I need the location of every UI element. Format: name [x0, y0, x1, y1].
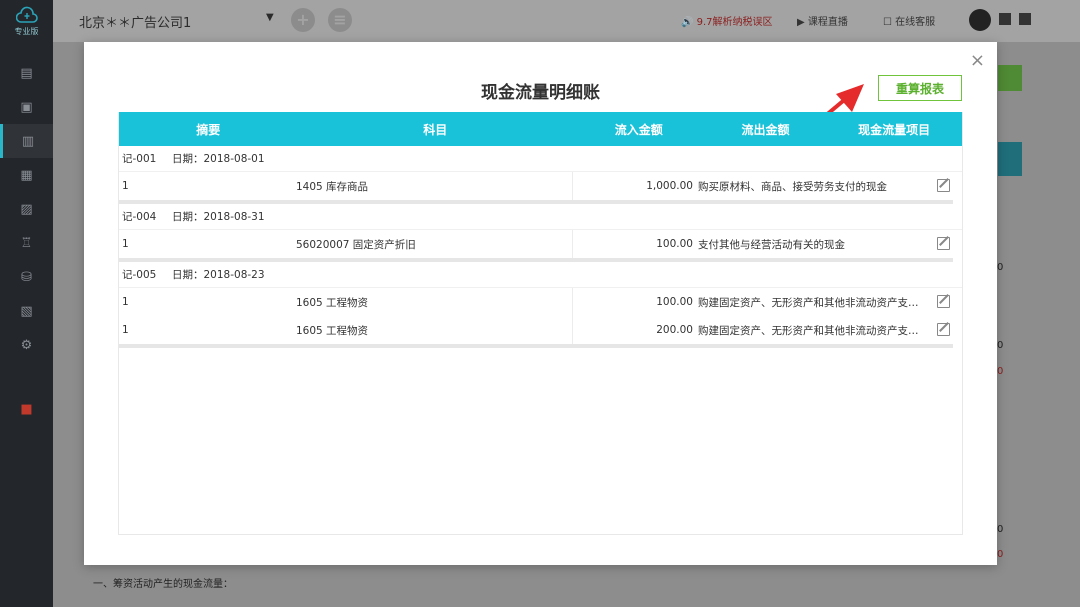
search-box-icon: ▧	[20, 303, 33, 319]
sidebar-item-tax[interactable]: ▨	[0, 192, 53, 226]
row-amount: 1,000.00	[646, 180, 693, 192]
sidebar-item-invoices[interactable]: ▦	[0, 158, 53, 192]
background-value: 0	[997, 340, 1004, 351]
row-summary: 1	[122, 238, 129, 250]
voucher-group-header: 记-001 日期：2018-08-01	[119, 146, 962, 172]
top-bar: 北京＊＊广告公司1 ▼ + ≡ 🔊 9.7解析纳税误区 ▶ 课程直播 ☐ 在线客…	[53, 0, 1080, 42]
row-subject: 56020007 固定资产折旧	[296, 230, 573, 258]
voucher-date: 日期：2018-08-01	[172, 153, 265, 165]
sidebar-item-payroll[interactable]: ♖	[0, 226, 53, 260]
voucher-group-header: 记-005 日期：2018-08-23	[119, 262, 962, 288]
cloud-logo-icon	[15, 6, 38, 23]
sidebar-item-settings[interactable]: ⚙	[0, 328, 53, 362]
column-header-cashflow-item: 现金流量项目	[858, 122, 931, 137]
table-row: 1 1605 工程物资 100.00 购建固定资产、无形资产和其他非流动资产支付…	[119, 288, 962, 316]
company-name[interactable]: 北京＊＊广告公司1	[79, 12, 191, 31]
sidebar-item-ledger[interactable]: ▣	[0, 90, 53, 124]
table-header: 摘要 科目 流入金额 流出金额 现金流量项目	[119, 112, 962, 146]
row-summary: 1	[122, 296, 129, 308]
gear-icon: ⚙	[20, 337, 33, 353]
avatar[interactable]	[969, 9, 991, 31]
background-value: 0	[997, 262, 1004, 273]
tax-notice-link[interactable]: 🔊 9.7解析纳税误区	[681, 13, 773, 28]
bar-chart-icon: ▥	[21, 133, 35, 149]
table-row: 1 56020007 固定资产折旧 100.00 支付其他与经营活动有关的现金	[119, 230, 962, 258]
calculator-icon: ▨	[20, 201, 33, 217]
sidebar-item-reports[interactable]: ▥	[0, 124, 53, 158]
edit-icon[interactable]	[937, 179, 950, 192]
row-subject: 1405 库存商品	[296, 172, 573, 200]
edit-icon[interactable]	[937, 295, 950, 308]
row-summary: 1	[122, 324, 129, 336]
live-course-link[interactable]: ▶ 课程直播	[797, 13, 848, 28]
row-cashflow-item: 购建固定资产、无形资产和其他非流动资产支付...	[698, 296, 928, 309]
edit-icon[interactable]	[937, 323, 950, 336]
sidebar-item-assets[interactable]: ⛁	[0, 260, 53, 294]
voucher-date: 日期：2018-08-23	[172, 269, 265, 281]
background-value: 0	[997, 366, 1004, 377]
close-icon[interactable]: ×	[970, 50, 985, 71]
voucher-date: 日期：2018-08-31	[172, 211, 265, 223]
archive-icon: ⛁	[21, 269, 32, 285]
table-row: 1 1605 工程物资 200.00 购建固定资产、无形资产和其他非流动资产支付…	[119, 316, 962, 344]
building-icon: ▦	[20, 167, 33, 183]
sidebar-item-promo[interactable]: ■	[0, 392, 53, 426]
window-icon[interactable]	[1019, 13, 1031, 25]
row-amount: 100.00	[656, 238, 693, 250]
add-company-icon[interactable]: +	[291, 8, 315, 32]
row-cashflow-item: 支付其他与经营活动有关的现金	[698, 238, 845, 251]
background-value: 0	[997, 524, 1004, 535]
row-summary: 1	[122, 180, 129, 192]
app-logo[interactable]: 专业版	[0, 0, 53, 42]
cash-flow-detail-dialog: × 现金流量明细账 重算报表 摘要 科目 流入金额 流出金额 现金流量项目 记-…	[84, 42, 997, 565]
cash-flow-table: 摘要 科目 流入金额 流出金额 现金流量项目 记-001 日期：2018-08-…	[118, 112, 963, 535]
column-header-inflow: 流入金额	[614, 122, 663, 137]
sidebar-item-inventory[interactable]: ▧	[0, 294, 53, 328]
table-row: 1 1405 库存商品 1,000.00 购买原材料、商品、接受劳务支付的现金	[119, 172, 962, 200]
voucher-number[interactable]: 记-001	[122, 151, 172, 166]
background-table-header	[998, 142, 1022, 176]
row-amount: 200.00	[656, 324, 693, 336]
sidebar: 专业版 ▤ ▣ ▥ ▦ ▨ ♖ ⛁ ▧ ⚙ ■	[0, 0, 53, 607]
logo-edition-label: 专业版	[14, 26, 39, 36]
column-header-outflow: 流出金额	[741, 122, 790, 137]
voucher-number[interactable]: 记-005	[122, 267, 172, 282]
edit-icon[interactable]	[937, 237, 950, 250]
row-subject: 1605 工程物资	[296, 288, 573, 316]
row-cashflow-item: 购买原材料、商品、接受劳务支付的现金	[698, 180, 887, 193]
column-header-subject: 科目	[423, 122, 448, 137]
user-menu-icon[interactable]	[999, 13, 1011, 25]
voucher-group-header: 记-004 日期：2018-08-31	[119, 204, 962, 230]
row-cashflow-item: 购建固定资产、无形资产和其他非流动资产支付...	[698, 324, 928, 337]
group-divider	[119, 344, 953, 348]
chevron-down-icon[interactable]: ▼	[266, 12, 274, 23]
voucher-number[interactable]: 记-004	[122, 209, 172, 224]
list-icon: ▤	[20, 65, 33, 81]
online-service-link[interactable]: ☐ 在线客服	[883, 13, 935, 28]
sidebar-item-voucher[interactable]: ▤	[0, 56, 53, 90]
row-subject: 1605 工程物资	[296, 316, 573, 344]
column-header-summary: 摘要	[196, 122, 221, 137]
shirt-icon: ♖	[20, 235, 33, 251]
background-value: 0	[997, 549, 1004, 560]
gift-icon: ■	[20, 401, 33, 417]
company-list-icon[interactable]: ≡	[328, 8, 352, 32]
background-action-button	[998, 65, 1022, 91]
document-icon: ▣	[20, 99, 33, 115]
row-amount: 100.00	[656, 296, 693, 308]
background-section-label: 一、筹资活动产生的现金流量：	[93, 579, 233, 590]
